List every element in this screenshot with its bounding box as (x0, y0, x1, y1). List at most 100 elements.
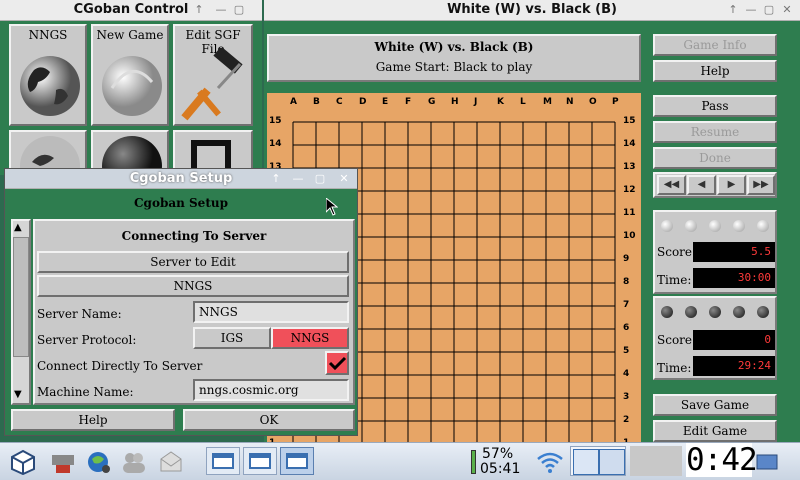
hammer-screwdriver-icon (181, 48, 243, 121)
white-capture-stone (685, 220, 697, 232)
server-select[interactable]: NNGS (37, 275, 349, 297)
pin-icon[interactable]: ↑ (190, 0, 208, 20)
column-label: H (451, 97, 459, 107)
server-name-label: Server Name: (37, 307, 122, 321)
scroll-down-icon[interactable]: ▼ (14, 389, 22, 400)
nngs-label: NNGS (28, 28, 68, 42)
new-game-label: New Game (96, 28, 164, 42)
row-label-right: 6 (623, 323, 630, 333)
server-protocol-label: Server Protocol: (37, 333, 137, 347)
server-to-edit-button[interactable]: Server to Edit (37, 251, 349, 273)
row-label-left: 15 (269, 116, 282, 126)
machine-name-field[interactable]: nngs.cosmic.org (193, 379, 349, 401)
white-capture-stone (709, 220, 721, 232)
protocol-nngs-button[interactable]: NNGS (271, 327, 349, 349)
connect-directly-checkbox[interactable] (325, 351, 349, 375)
minimize-icon[interactable]: — (742, 0, 760, 20)
minimize-icon[interactable]: — (289, 169, 307, 189)
black-capture-stone (733, 306, 745, 318)
maximize-icon[interactable]: ▢ (760, 0, 778, 20)
row-label-right: 11 (623, 208, 636, 218)
pin-icon[interactable]: ↑ (724, 0, 742, 20)
pin-icon[interactable]: ↑ (267, 169, 285, 189)
setup-header: Cgoban Setup (134, 196, 228, 210)
next-move-button[interactable]: ▶ (717, 175, 746, 195)
white-captures (661, 220, 773, 232)
black-score-label: Score: (657, 333, 697, 347)
white-player-panel: Score: 5.5 Time: 30:00 (653, 210, 777, 294)
black-capture-stone (661, 306, 673, 318)
column-label: M (543, 97, 552, 107)
scroll-thumb[interactable] (13, 237, 29, 357)
edit-game-button[interactable]: Edit Game (653, 420, 777, 442)
mouse-cursor-icon (326, 198, 338, 216)
row-label-right: 15 (623, 116, 636, 126)
clock[interactable]: 0:42 (686, 443, 758, 477)
game-titlebar[interactable]: White (W) vs. Black (B) ↑ — ▢ ✕ (264, 0, 800, 21)
minimize-icon[interactable]: — (212, 0, 230, 20)
task-window-3[interactable] (280, 447, 314, 475)
black-score: 0 (693, 330, 775, 350)
cgoban-control-window: CGoban Control ↑ — ▢ NNGS New Game Edit … (0, 0, 262, 180)
setup-help-button[interactable]: Help (11, 409, 175, 431)
done-button[interactable]: Done (653, 147, 777, 169)
row-label-right: 12 (623, 185, 636, 195)
setup-scrollbar[interactable]: ▲ ▼ (11, 219, 31, 405)
screenshot-tool-icon[interactable] (50, 449, 76, 475)
app-menu-icon[interactable] (10, 449, 36, 476)
mail-icon[interactable] (158, 449, 184, 475)
server-name-field[interactable]: NNGS (193, 301, 349, 323)
wifi-icon[interactable] (536, 450, 564, 474)
black-capture-stone (709, 306, 721, 318)
setup-titlebar[interactable]: Cgoban Setup ↑ — ▢ ✕ (5, 169, 357, 189)
browser-icon[interactable] (86, 449, 112, 475)
close-icon[interactable]: ✕ (335, 169, 353, 189)
column-label: E (382, 97, 389, 107)
window-icon (212, 453, 234, 469)
maximize-icon[interactable]: ▢ (230, 0, 248, 20)
game-window-title: White (W) vs. Black (B) (447, 2, 617, 17)
close-icon[interactable]: ✕ (778, 0, 796, 20)
column-label: N (566, 97, 574, 107)
prev-move-button[interactable]: ◀ (687, 175, 716, 195)
column-label: P (612, 97, 619, 107)
last-move-button[interactable]: ▶▶ (747, 175, 775, 195)
maximize-icon[interactable]: ▢ (311, 169, 329, 189)
scroll-up-icon[interactable]: ▲ (14, 222, 22, 233)
nngs-button[interactable]: NNGS (9, 24, 87, 126)
game-status: Game Start: Black to play (375, 60, 533, 74)
new-game-button[interactable]: New Game (91, 24, 169, 126)
row-label-right: 9 (623, 254, 630, 264)
battery-icon (471, 450, 476, 474)
connecting-panel: Connecting To Server Server to Edit NNGS… (33, 219, 355, 405)
contacts-icon[interactable] (120, 449, 148, 475)
column-label: D (359, 97, 367, 107)
workspace-switcher[interactable] (570, 446, 626, 476)
task-window-2[interactable] (243, 447, 277, 475)
window-icon (249, 453, 271, 469)
resume-button[interactable]: Resume (653, 121, 777, 143)
save-game-button[interactable]: Save Game (653, 394, 777, 416)
row-label-right: 5 (623, 346, 630, 356)
workspace-1[interactable] (573, 449, 599, 475)
setup-ok-button[interactable]: OK (183, 409, 355, 431)
show-desktop-icon[interactable] (756, 452, 778, 472)
white-score-label: Score: (657, 245, 697, 259)
pass-button[interactable]: Pass (653, 95, 777, 117)
black-time: 29:24 (693, 356, 775, 376)
edit-sgf-file-button[interactable]: Edit SGF File (173, 24, 253, 126)
game-info-button[interactable]: Game Info (653, 34, 777, 56)
workspace-2[interactable] (599, 449, 625, 475)
white-capture-stone (733, 220, 745, 232)
task-window-1[interactable] (206, 447, 240, 475)
first-move-button[interactable]: ◀◀ (657, 175, 686, 195)
black-time-label: Time: (657, 361, 692, 375)
row-label-right: 7 (623, 300, 630, 310)
control-titlebar[interactable]: CGoban Control ↑ — ▢ (0, 0, 262, 21)
protocol-igs-button[interactable]: IGS (193, 327, 271, 349)
machine-name-label: Machine Name: (37, 385, 134, 399)
help-button[interactable]: Help (653, 60, 777, 82)
row-label-right: 3 (623, 392, 630, 402)
row-label-right: 10 (623, 231, 636, 241)
battery-percent: 57% (482, 446, 514, 462)
